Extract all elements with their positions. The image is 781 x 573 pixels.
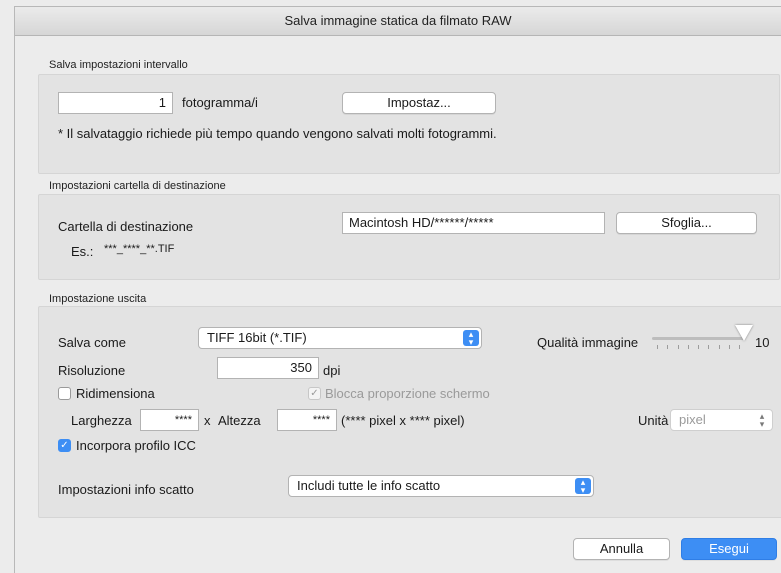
- slider-tick: [687, 345, 689, 349]
- shot-info-label: Impostazioni info scatto: [58, 482, 194, 497]
- slider-tick: [698, 345, 699, 349]
- slider-tick: [728, 345, 730, 349]
- interval-note: * Il salvataggio richiede più tempo quan…: [58, 126, 497, 141]
- slider-tick: [677, 345, 679, 349]
- unit-label: Unità: [638, 413, 669, 428]
- quality-value: 10: [755, 335, 770, 350]
- unit-value: pixel: [679, 412, 706, 427]
- example-filename: ***_****_**.TIF: [104, 243, 175, 255]
- slider-tick: [739, 345, 740, 349]
- height-input[interactable]: ****: [277, 409, 337, 431]
- chevron-updown-icon: ▴ ▾: [575, 478, 591, 495]
- save-as-label: Salva come: [58, 335, 126, 350]
- frames-unit-label: fotogramma/i: [182, 95, 258, 110]
- resolution-unit: dpi: [323, 363, 341, 378]
- slider-tick: [708, 345, 710, 349]
- resolution-label: Risoluzione: [58, 363, 126, 378]
- interval-section-label: Salva impostazioni intervallo: [49, 59, 188, 71]
- lock-ratio-checkbox[interactable]: ✓: [308, 387, 321, 400]
- destination-section-label: Impostazioni cartella di destinazione: [49, 180, 226, 192]
- interval-group: [38, 74, 780, 174]
- frames-input[interactable]: 1: [58, 92, 173, 114]
- interval-settings-button[interactable]: Impostaz...: [342, 92, 496, 114]
- output-section-label: Impostazione uscita: [49, 293, 147, 305]
- icc-label: Incorpora profilo ICC: [76, 438, 196, 453]
- chevron-updown-icon: ▴ ▾: [759, 411, 765, 429]
- height-label: Altezza: [218, 413, 261, 428]
- destination-folder-field[interactable]: Macintosh HD/******/*****: [342, 212, 605, 234]
- destination-group: [38, 194, 780, 280]
- save-as-value: TIFF 16bit (*.TIF): [207, 330, 307, 345]
- browse-button[interactable]: Sfoglia...: [616, 212, 757, 234]
- save-as-select[interactable]: TIFF 16bit (*.TIF) ▴ ▾: [198, 327, 482, 349]
- width-input[interactable]: ****: [140, 409, 199, 431]
- resize-label: Ridimensiona: [76, 386, 155, 401]
- slider-tick: [667, 345, 669, 349]
- slider-tick: [718, 345, 720, 349]
- quality-slider-knob[interactable]: [735, 325, 753, 341]
- quality-label: Qualità immagine: [537, 335, 639, 350]
- pixel-info: (**** pixel x **** pixel): [341, 413, 465, 428]
- resize-checkbox[interactable]: [58, 387, 71, 400]
- lock-ratio-label: Blocca proporzione schermo: [325, 386, 490, 401]
- execute-button[interactable]: Esegui: [681, 538, 777, 560]
- shot-info-select[interactable]: Includi tutte le info scatto ▴ ▾: [288, 475, 594, 497]
- example-label: Es.:: [71, 244, 94, 259]
- width-label: Larghezza: [71, 413, 132, 428]
- cancel-button[interactable]: Annulla: [573, 538, 670, 560]
- chevron-updown-icon: ▴ ▾: [463, 330, 479, 347]
- dialog-window: Salva immagine statica da filmato RAW Sa…: [14, 6, 781, 573]
- times-label: x: [204, 413, 211, 428]
- quality-slider-track[interactable]: [652, 337, 744, 340]
- slider-tick: [657, 345, 658, 349]
- shot-info-value: Includi tutte le info scatto: [297, 478, 441, 493]
- destination-folder-label: Cartella di destinazione: [58, 219, 194, 234]
- window-title: Salva immagine statica da filmato RAW: [15, 7, 781, 36]
- unit-select[interactable]: pixel ▴ ▾: [670, 409, 773, 431]
- resolution-input[interactable]: 350: [217, 357, 319, 379]
- icc-checkbox[interactable]: ✓: [58, 439, 71, 452]
